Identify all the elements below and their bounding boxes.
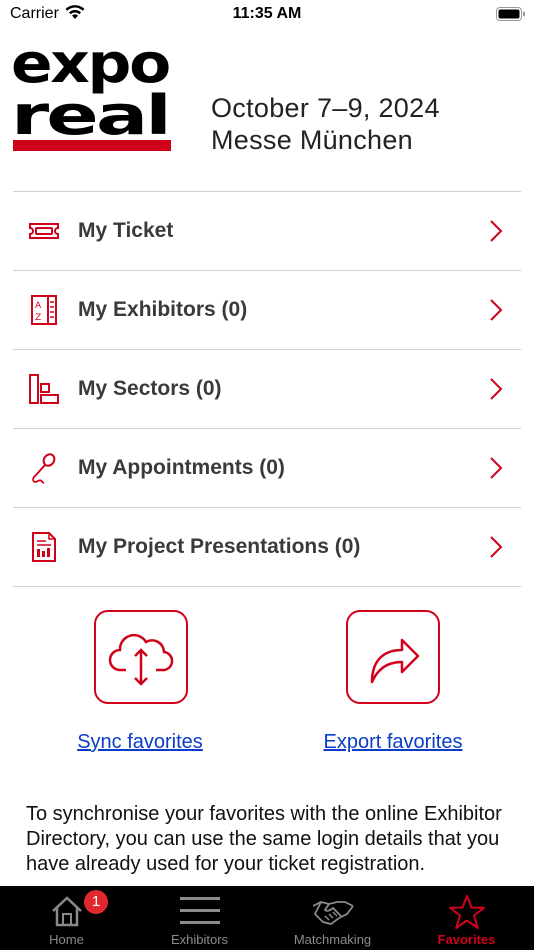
favorites-menu: My Ticket A Z My Exhibitors (0) My Secto… bbox=[13, 191, 521, 587]
svg-text:real: real bbox=[13, 84, 169, 147]
menu-item-label: My Appointments (0) bbox=[78, 456, 285, 479]
event-date: October 7–9, 2024 bbox=[211, 93, 440, 123]
tab-label: Home bbox=[49, 932, 84, 947]
chevron-right-icon bbox=[489, 535, 503, 559]
chevron-right-icon bbox=[489, 219, 503, 243]
menu-item-my-sectors[interactable]: My Sectors (0) bbox=[13, 349, 521, 428]
chevron-right-icon bbox=[489, 377, 503, 401]
svg-text:Z: Z bbox=[35, 313, 41, 323]
export-favorites-tile[interactable] bbox=[346, 610, 440, 704]
event-venue: Messe München bbox=[211, 125, 413, 155]
menu-item-label: My Sectors (0) bbox=[78, 377, 222, 400]
menu-item-label: My Exhibitors (0) bbox=[78, 298, 248, 321]
export-favorites-link[interactable]: Export favorites bbox=[293, 731, 493, 754]
menu-item-label: My Ticket bbox=[78, 219, 174, 242]
menu-item-label: My Project Presentations (0) bbox=[78, 535, 361, 558]
status-bar: Carrier 11:35 AM bbox=[0, 0, 534, 30]
menu-lines-icon bbox=[179, 897, 220, 924]
sync-info-text: To synchronise your favorites with the o… bbox=[26, 803, 502, 875]
tab-bar: Home Exhibitors Matchmaking Favorites bbox=[0, 886, 534, 950]
battery-icon bbox=[496, 7, 526, 26]
chevron-right-icon bbox=[489, 456, 503, 480]
clock-time: 11:35 AM bbox=[232, 5, 302, 22]
menu-item-my-exhibitors[interactable]: A Z My Exhibitors (0) bbox=[13, 270, 521, 349]
menu-item-my-project-presentations[interactable]: My Project Presentations (0) bbox=[13, 507, 521, 587]
star-icon bbox=[448, 895, 485, 929]
share-arrow-icon bbox=[370, 638, 420, 684]
handshake-icon bbox=[312, 901, 354, 925]
tab-label: Favorites bbox=[437, 932, 496, 947]
tab-label: Exhibitors bbox=[170, 932, 229, 947]
home-notification-badge: 1 bbox=[84, 890, 108, 914]
tab-home[interactable]: Home bbox=[0, 886, 133, 950]
tab-label: Matchmaking bbox=[293, 932, 372, 947]
az-list-icon: A Z bbox=[27, 293, 61, 327]
menu-item-my-appointments[interactable]: My Appointments (0) bbox=[13, 428, 521, 507]
tab-exhibitors[interactable]: Exhibitors bbox=[133, 886, 266, 950]
expo-real-logo: expo real bbox=[11, 32, 171, 152]
microphone-icon bbox=[27, 451, 61, 485]
ticket-icon bbox=[27, 214, 61, 248]
sync-favorites-tile[interactable] bbox=[94, 610, 188, 704]
sectors-icon bbox=[27, 372, 61, 406]
menu-item-my-ticket[interactable]: My Ticket bbox=[13, 191, 521, 270]
svg-text:A: A bbox=[35, 301, 42, 311]
chevron-right-icon bbox=[489, 298, 503, 322]
document-icon bbox=[27, 530, 61, 564]
sync-favorites-link[interactable]: Sync favorites bbox=[40, 731, 240, 754]
home-icon bbox=[51, 896, 82, 927]
tab-matchmaking[interactable]: Matchmaking bbox=[266, 886, 399, 950]
tab-favorites[interactable]: Favorites bbox=[400, 886, 533, 950]
cloud-sync-icon bbox=[108, 633, 174, 686]
